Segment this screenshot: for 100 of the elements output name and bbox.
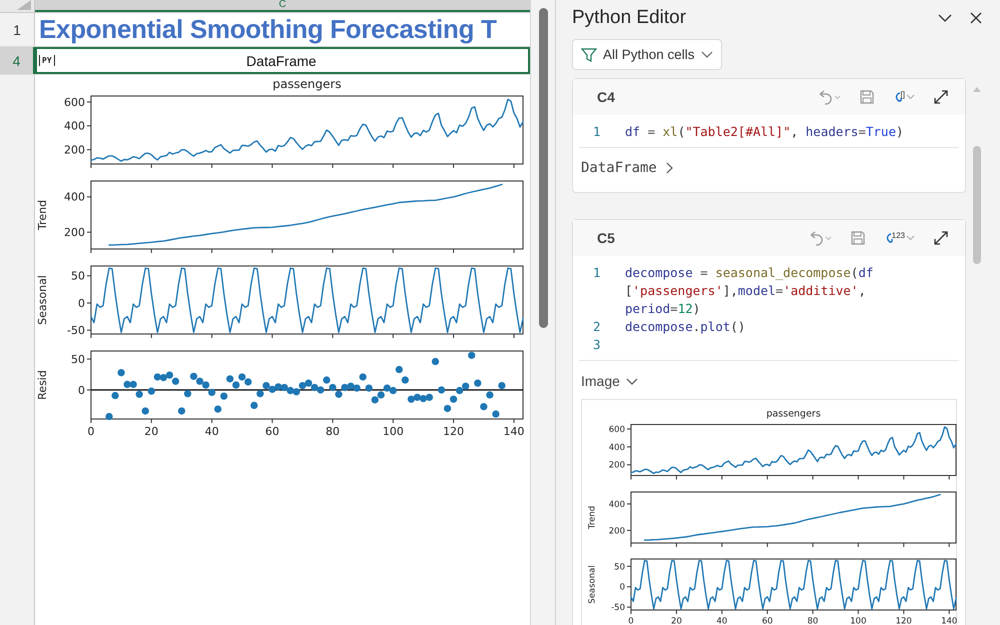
- tick-label: 400: [64, 190, 85, 204]
- python-badge: PY: [39, 55, 55, 66]
- data-point: [498, 382, 506, 390]
- axis-label: Seasonal: [588, 564, 598, 604]
- output-type-button[interactable]: 123: [882, 229, 917, 247]
- data-point: [492, 410, 500, 418]
- tick-mark: [812, 475, 814, 480]
- code-editor[interactable]: 1 df = xl("Table2[#All]", headers=True): [579, 115, 959, 148]
- tick-mark: [211, 418, 212, 424]
- tick-mark: [90, 418, 92, 424]
- tick-label: 80: [326, 425, 340, 438]
- tick-mark: [150, 418, 152, 424]
- chart-title: passengers: [272, 77, 342, 91]
- tick-mark: [86, 389, 92, 390]
- code-line: ['passengers'],model='additive',: [625, 282, 867, 300]
- cell-value: DataFrame: [245, 52, 318, 68]
- tick-mark: [513, 418, 514, 424]
- line-number: 2: [592, 318, 602, 336]
- data-point: [112, 392, 119, 400]
- tick-label: -50: [611, 602, 625, 613]
- tick-mark: [903, 609, 904, 614]
- tick-mark: [392, 248, 394, 254]
- tick-mark: [630, 475, 632, 480]
- tick-label: 600: [64, 96, 85, 109]
- cell-reference: C4: [597, 89, 616, 105]
- data-point: [432, 358, 440, 366]
- scrollbar[interactable]: [530, 0, 555, 625]
- tick-mark: [626, 529, 632, 530]
- tick-mark: [766, 609, 768, 614]
- tick-mark: [392, 334, 394, 338]
- tick-mark: [90, 164, 92, 168]
- data-point: [468, 352, 476, 359]
- caret-icon: [906, 235, 915, 241]
- axis-label: Seasonal: [36, 275, 49, 325]
- tick-mark: [626, 502, 632, 504]
- tick-mark: [332, 418, 334, 424]
- tick-mark: [86, 358, 92, 360]
- output-type-button[interactable]: []: [890, 88, 917, 106]
- scroll-up-icon[interactable]: [972, 86, 980, 92]
- data-point: [438, 386, 446, 394]
- tick-label: 20: [671, 616, 682, 625]
- code-editor[interactable]: 1 decompose = seasonal_decompose(df ['passengers'],model='additive', period=12) 2 decompose.plot() 3: [579, 256, 959, 361]
- code-line: decompose = seasonal_decompose(df: [625, 264, 874, 282]
- tick-mark: [626, 565, 632, 566]
- data-point: [486, 391, 494, 399]
- filter-icon: [581, 46, 597, 62]
- data-point: [480, 403, 488, 410]
- tick-mark: [272, 248, 273, 254]
- column-header[interactable]: C: [35, 0, 530, 12]
- tick-label: 120: [443, 425, 464, 438]
- tick-mark: [150, 164, 152, 168]
- tick-label: 600: [608, 424, 625, 435]
- tick-mark: [676, 475, 677, 480]
- tick-label: 20: [144, 425, 158, 438]
- tick-mark: [453, 334, 454, 338]
- tick-label: 60: [762, 616, 773, 625]
- tick-label: 200: [64, 226, 85, 240]
- tick-label: 400: [608, 442, 625, 453]
- tick-mark: [211, 164, 212, 168]
- tick-label: 120: [896, 616, 912, 625]
- tick-mark: [86, 302, 92, 304]
- tick-mark: [676, 609, 677, 614]
- tick-label: 200: [64, 144, 85, 157]
- save-icon: [858, 89, 875, 105]
- output-toggle[interactable]: Image: [581, 369, 638, 393]
- tick-mark: [676, 542, 677, 547]
- tick-label: 50: [614, 562, 625, 572]
- tick-mark: [766, 475, 768, 480]
- caret-icon: [700, 50, 713, 58]
- tick-mark: [858, 475, 859, 480]
- tick-mark: [626, 586, 632, 587]
- line-number: 1: [592, 123, 602, 141]
- output-toggle[interactable]: DataFrame: [581, 156, 675, 180]
- scrollbar-thumb[interactable]: [538, 8, 548, 328]
- row-header[interactable]: 1: [0, 13, 35, 46]
- tick-mark: [948, 475, 950, 480]
- chevron-down-icon: [938, 13, 952, 23]
- tick-label: -50: [67, 324, 85, 338]
- tick-mark: [453, 248, 454, 254]
- data-point: [220, 392, 228, 400]
- tick-mark: [332, 334, 334, 338]
- tick-mark: [948, 542, 950, 547]
- axis-label: Resid: [36, 370, 49, 400]
- code-line: df = xl("Table2[#All]", headers=True): [625, 123, 905, 141]
- tick-label: 40: [716, 616, 728, 625]
- axis-label: Trend: [36, 200, 49, 230]
- expand-icon: [933, 89, 949, 105]
- python-cell[interactable]: PY DataFrame: [35, 47, 530, 74]
- chart-title: passengers: [766, 408, 821, 420]
- tick-mark: [630, 542, 632, 547]
- expand-icon: [933, 230, 949, 246]
- caret-icon: [906, 94, 915, 100]
- tick-label: 0: [78, 384, 85, 397]
- filter-dropdown[interactable]: All Python cells: [572, 39, 722, 70]
- tick-label: 200: [608, 460, 625, 471]
- row-header[interactable]: 4: [0, 47, 35, 74]
- data-point: [142, 407, 149, 415]
- scrollbar-thumb[interactable]: [972, 146, 980, 264]
- tick-label: 0: [628, 616, 634, 625]
- data-point: [184, 390, 192, 398]
